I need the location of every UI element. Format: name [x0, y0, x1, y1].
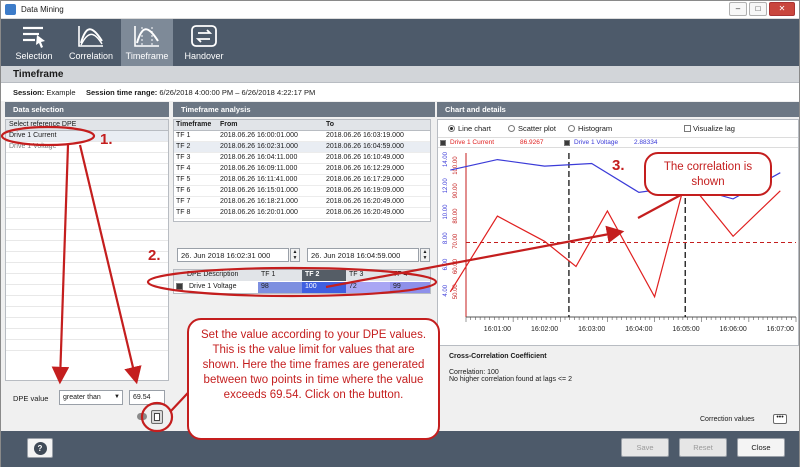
step-number-1: 1. [100, 131, 113, 148]
highlight-ellipse-grid [146, 266, 438, 298]
step-number-3: 3. [612, 157, 625, 174]
arrow-to-value [78, 144, 142, 385]
highlight-ellipse-reference [0, 125, 96, 147]
step-number-2: 2. [148, 247, 161, 264]
highlight-ellipse-button [140, 401, 174, 433]
callout-correlation: The correlation is shown [644, 152, 772, 196]
callout-dpe-value: Set the value according to your DPE valu… [187, 318, 440, 440]
arrow-to-chart [325, 225, 625, 289]
arrow-to-comparison [51, 144, 70, 385]
